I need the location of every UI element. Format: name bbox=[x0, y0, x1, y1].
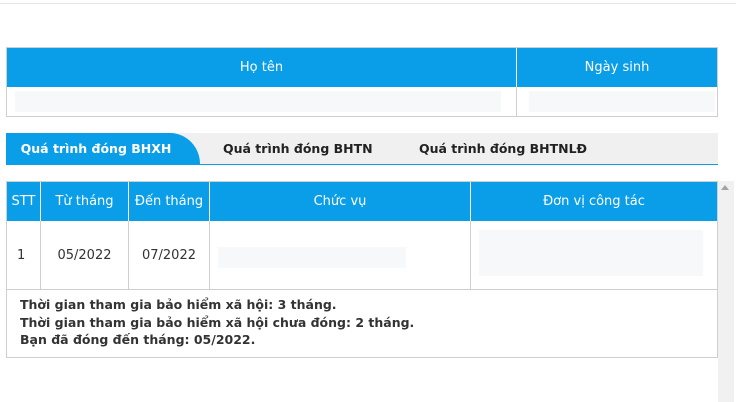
person-row bbox=[7, 87, 717, 116]
scroll-up-arrow-icon[interactable] bbox=[721, 185, 729, 190]
table-row: 1 05/2022 07/2022 bbox=[7, 221, 717, 290]
summary-line-participation: Thời gian tham gia bảo hiểm xã hội: 3 th… bbox=[20, 297, 337, 312]
name-cell bbox=[7, 87, 517, 116]
unit-value bbox=[479, 230, 703, 276]
summary-text: Thời gian tham gia bảo hiểm xã hội: 3 th… bbox=[7, 290, 717, 349]
dob-value bbox=[529, 91, 715, 112]
tab-bhtnld[interactable]: Quá trình đóng BHTNLĐ bbox=[419, 133, 587, 164]
history-table: STT Từ tháng Đến tháng Chức vụ Đơn vị cô… bbox=[6, 181, 718, 358]
from-month-column-header: Từ tháng bbox=[41, 182, 129, 221]
name-column-header: Họ tên bbox=[7, 48, 517, 87]
to-month-column-header: Đến tháng bbox=[129, 182, 210, 221]
position-cell bbox=[210, 221, 471, 289]
name-value bbox=[15, 91, 501, 112]
summary-line-unpaid: Thời gian tham gia bảo hiểm xã hội chưa … bbox=[20, 314, 415, 330]
person-info-table: Họ tên Ngày sinh bbox=[6, 47, 718, 117]
position-column-header: Chức vụ bbox=[210, 182, 471, 221]
tab-bhxh[interactable]: Quá trình đóng BHXH bbox=[6, 133, 200, 164]
position-value bbox=[218, 247, 406, 268]
summary-line-paid-until: Bạn đã đóng đến tháng: 05/2022. bbox=[20, 332, 256, 347]
vertical-scrollbar[interactable] bbox=[718, 181, 734, 402]
stt-column-header: STT bbox=[7, 182, 41, 221]
to-month-cell: 07/2022 bbox=[129, 221, 210, 289]
dob-cell bbox=[517, 87, 717, 116]
unit-cell bbox=[471, 221, 717, 289]
person-table-header: Họ tên Ngày sinh bbox=[7, 48, 717, 87]
from-month-cell: 05/2022 bbox=[41, 221, 129, 289]
stt-cell: 1 bbox=[7, 221, 41, 289]
unit-column-header: Đơn vị công tác bbox=[543, 194, 645, 209]
top-divider bbox=[0, 3, 736, 4]
insurance-tabs: Quá trình đóng BHXH Quá trình đóng BHTN … bbox=[6, 133, 718, 165]
history-table-header: STT Từ tháng Đến tháng Chức vụ Đơn vị cô… bbox=[7, 182, 717, 221]
dob-column-header: Ngày sinh bbox=[584, 60, 650, 75]
tab-bhtn[interactable]: Quá trình đóng BHTN bbox=[223, 133, 373, 164]
